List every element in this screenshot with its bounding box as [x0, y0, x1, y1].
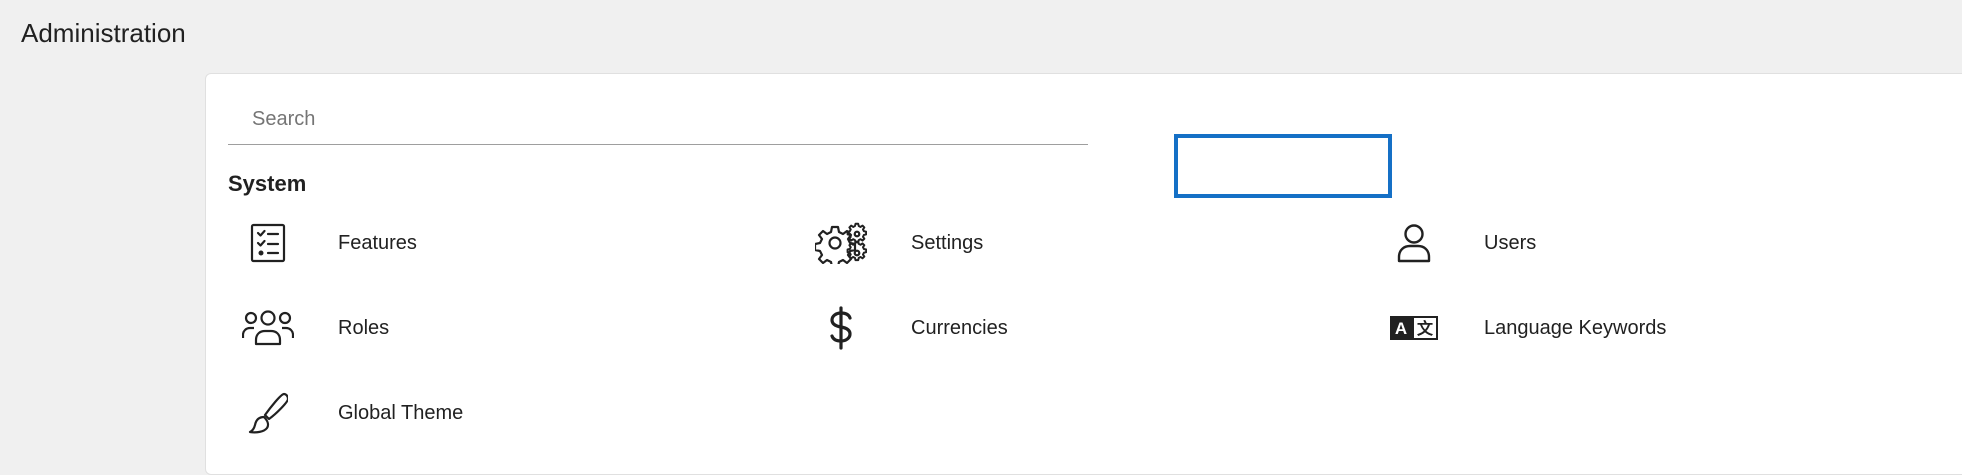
translate-icon: A 文 [1374, 315, 1454, 341]
admin-panel: System Features [205, 73, 1962, 475]
search-input[interactable] [228, 94, 1088, 144]
search-field[interactable] [228, 94, 1088, 145]
page-title: Administration [21, 18, 186, 48]
menu-item-label: Currencies [911, 316, 1008, 339]
svg-text:文: 文 [1417, 319, 1434, 338]
menu-item-label: Language Keywords [1484, 316, 1667, 339]
menu-item-label: Global Theme [338, 401, 464, 424]
menu-item-features[interactable]: Features [228, 210, 417, 276]
brush-icon [228, 391, 308, 435]
menu-item-roles[interactable]: Roles [228, 295, 389, 361]
dollar-icon [801, 306, 881, 350]
menu-item-currencies[interactable]: Currencies [801, 295, 1008, 361]
menu-item-label: Users [1484, 231, 1537, 254]
group-icon [228, 308, 308, 348]
user-icon [1374, 223, 1454, 263]
menu-item-language-keywords[interactable]: A 文 Language Keywords [1374, 295, 1666, 361]
checklist-icon [228, 223, 308, 263]
svg-text:A: A [1395, 319, 1407, 338]
menu-item-label: Settings [911, 231, 984, 254]
menu-item-label: Roles [338, 316, 390, 339]
users-highlight-annotation [1174, 134, 1392, 198]
menu-item-users[interactable]: Users [1374, 210, 1536, 276]
gears-icon [801, 222, 881, 264]
section-title-system: System [228, 171, 307, 196]
menu-item-settings[interactable]: Settings [801, 210, 983, 276]
menu-item-global-theme[interactable]: Global Theme [228, 380, 463, 446]
menu-item-label: Features [338, 231, 417, 254]
